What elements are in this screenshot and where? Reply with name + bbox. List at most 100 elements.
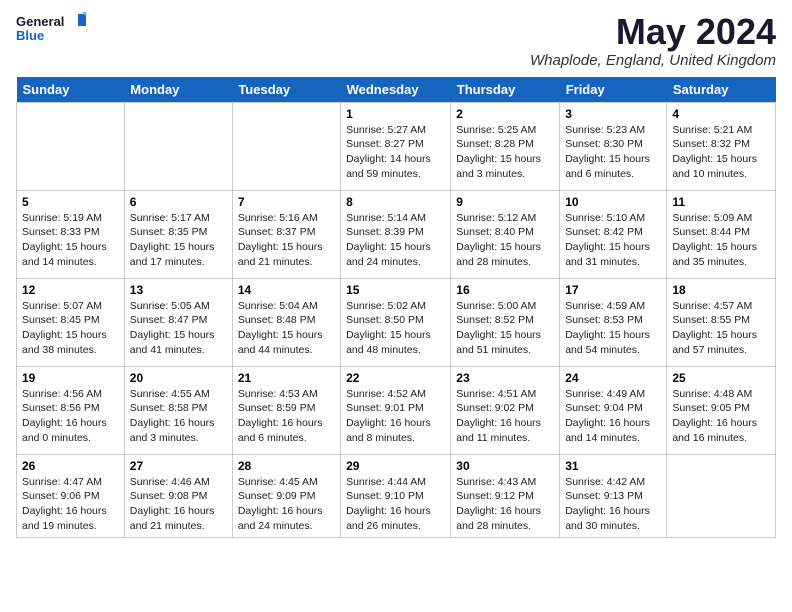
calendar-cell: 2Sunrise: 5:25 AM Sunset: 8:28 PM Daylig… [451, 102, 560, 190]
calendar-cell: 10Sunrise: 5:10 AM Sunset: 8:42 PM Dayli… [560, 190, 667, 278]
day-number: 31 [565, 459, 661, 473]
logo: General Blue [16, 12, 86, 48]
day-number: 3 [565, 107, 661, 121]
calendar-week-1: 1 Sunrise: 5:27 AM Sunset: 8:27 PM Daylig… [17, 102, 776, 190]
header: General Blue May 2024 Whaplode, England,… [16, 12, 776, 69]
calendar-cell: 8 Sunrise: 5:14 AM Sunset: 8:39 PM Daylig… [341, 190, 451, 278]
calendar: Sunday Monday Tuesday Wednesday Thursday… [16, 77, 776, 539]
calendar-cell: 7Sunrise: 5:16 AM Sunset: 8:37 PM Daylig… [232, 190, 340, 278]
col-monday: Monday [124, 77, 232, 103]
calendar-cell: 15 Sunrise: 5:02 AM Sunset: 8:50 PM Dayli… [341, 278, 451, 366]
day-number: 26 [22, 459, 119, 473]
day-info: Sunrise: 5:10 AM Sunset: 8:42 PM Dayligh… [565, 211, 661, 270]
calendar-cell [232, 102, 340, 190]
subtitle: Whaplode, England, United Kingdom [530, 52, 776, 69]
day-info: Sunrise: 4:55 AM Sunset: 8:58 PM Dayligh… [130, 387, 227, 446]
day-info: Sunrise: 4:51 AM Sunset: 9:02 PM Dayligh… [456, 387, 554, 446]
day-info: Sunrise: 5:23 AM Sunset: 8:30 PM Dayligh… [565, 123, 661, 182]
day-info: Sunrise: 4:43 AM Sunset: 9:12 PM Dayligh… [456, 475, 554, 534]
day-info: Sunrise: 5:14 AM Sunset: 8:39 PM Dayligh… [346, 211, 445, 270]
calendar-cell: 23 Sunrise: 4:51 AM Sunset: 9:02 PM Dayli… [451, 366, 560, 454]
calendar-cell: 24 Sunrise: 4:49 AM Sunset: 9:04 PM Dayli… [560, 366, 667, 454]
page: General Blue May 2024 Whaplode, England,… [0, 0, 792, 548]
day-number: 1 [346, 107, 445, 121]
day-info: Sunrise: 4:45 AM Sunset: 9:09 PM Dayligh… [238, 475, 335, 534]
day-number: 30 [456, 459, 554, 473]
day-info: Sunrise: 4:59 AM Sunset: 8:53 PM Dayligh… [565, 299, 661, 358]
calendar-cell: 4 Sunrise: 5:21 AM Sunset: 8:32 PM Daylig… [667, 102, 776, 190]
day-info: Sunrise: 5:02 AM Sunset: 8:50 PM Dayligh… [346, 299, 445, 358]
svg-text:Blue: Blue [16, 28, 44, 43]
calendar-cell: 14 Sunrise: 5:04 AM Sunset: 8:48 PM Dayli… [232, 278, 340, 366]
day-number: 24 [565, 371, 661, 385]
day-info: Sunrise: 4:47 AM Sunset: 9:06 PM Dayligh… [22, 475, 119, 534]
calendar-cell: 28Sunrise: 4:45 AM Sunset: 9:09 PM Dayli… [232, 454, 340, 538]
day-number: 29 [346, 459, 445, 473]
day-info: Sunrise: 4:53 AM Sunset: 8:59 PM Dayligh… [238, 387, 335, 446]
day-number: 5 [22, 195, 119, 209]
day-info: Sunrise: 5:00 AM Sunset: 8:52 PM Dayligh… [456, 299, 554, 358]
day-info: Sunrise: 4:56 AM Sunset: 8:56 PM Dayligh… [22, 387, 119, 446]
svg-text:General: General [16, 14, 64, 29]
day-number: 16 [456, 283, 554, 297]
calendar-cell: 19Sunrise: 4:56 AM Sunset: 8:56 PM Dayli… [17, 366, 125, 454]
day-info: Sunrise: 5:19 AM Sunset: 8:33 PM Dayligh… [22, 211, 119, 270]
day-number: 4 [672, 107, 770, 121]
day-info: Sunrise: 5:25 AM Sunset: 8:28 PM Dayligh… [456, 123, 554, 182]
day-number: 17 [565, 283, 661, 297]
day-info: Sunrise: 5:21 AM Sunset: 8:32 PM Dayligh… [672, 123, 770, 182]
calendar-cell: 17 Sunrise: 4:59 AM Sunset: 8:53 PM Dayli… [560, 278, 667, 366]
day-info: Sunrise: 4:42 AM Sunset: 9:13 PM Dayligh… [565, 475, 661, 534]
calendar-cell: 31 Sunrise: 4:42 AM Sunset: 9:13 PM Dayli… [560, 454, 667, 538]
calendar-cell: 1 Sunrise: 5:27 AM Sunset: 8:27 PM Daylig… [341, 102, 451, 190]
calendar-week-5: 26 Sunrise: 4:47 AM Sunset: 9:06 PM Dayli… [17, 454, 776, 538]
day-number: 15 [346, 283, 445, 297]
calendar-cell: 18 Sunrise: 4:57 AM Sunset: 8:55 PM Dayli… [667, 278, 776, 366]
day-number: 23 [456, 371, 554, 385]
calendar-cell: 16 Sunrise: 5:00 AM Sunset: 8:52 PM Dayli… [451, 278, 560, 366]
day-info: Sunrise: 4:44 AM Sunset: 9:10 PM Dayligh… [346, 475, 445, 534]
day-number: 25 [672, 371, 770, 385]
col-sunday: Sunday [17, 77, 125, 103]
day-number: 8 [346, 195, 445, 209]
day-info: Sunrise: 5:12 AM Sunset: 8:40 PM Dayligh… [456, 211, 554, 270]
day-number: 12 [22, 283, 119, 297]
calendar-header-row: Sunday Monday Tuesday Wednesday Thursday… [17, 77, 776, 103]
day-number: 22 [346, 371, 445, 385]
col-tuesday: Tuesday [232, 77, 340, 103]
day-info: Sunrise: 4:57 AM Sunset: 8:55 PM Dayligh… [672, 299, 770, 358]
day-info: Sunrise: 5:17 AM Sunset: 8:35 PM Dayligh… [130, 211, 227, 270]
month-title: May 2024 [530, 12, 776, 52]
calendar-cell: 20 Sunrise: 4:55 AM Sunset: 8:58 PM Dayli… [124, 366, 232, 454]
calendar-week-2: 5 Sunrise: 5:19 AM Sunset: 8:33 PM Daylig… [17, 190, 776, 278]
col-friday: Friday [560, 77, 667, 103]
day-number: 11 [672, 195, 770, 209]
day-info: Sunrise: 5:27 AM Sunset: 8:27 PM Dayligh… [346, 123, 445, 182]
day-number: 14 [238, 283, 335, 297]
day-number: 20 [130, 371, 227, 385]
calendar-week-4: 19Sunrise: 4:56 AM Sunset: 8:56 PM Dayli… [17, 366, 776, 454]
calendar-cell: 22Sunrise: 4:52 AM Sunset: 9:01 PM Dayli… [341, 366, 451, 454]
day-info: Sunrise: 4:49 AM Sunset: 9:04 PM Dayligh… [565, 387, 661, 446]
day-info: Sunrise: 5:09 AM Sunset: 8:44 PM Dayligh… [672, 211, 770, 270]
calendar-cell [667, 454, 776, 538]
calendar-cell: 29 Sunrise: 4:44 AM Sunset: 9:10 PM Dayli… [341, 454, 451, 538]
calendar-cell: 26 Sunrise: 4:47 AM Sunset: 9:06 PM Dayli… [17, 454, 125, 538]
calendar-week-3: 12Sunrise: 5:07 AM Sunset: 8:45 PM Dayli… [17, 278, 776, 366]
calendar-cell: 30 Sunrise: 4:43 AM Sunset: 9:12 PM Dayli… [451, 454, 560, 538]
day-info: Sunrise: 4:48 AM Sunset: 9:05 PM Dayligh… [672, 387, 770, 446]
day-number: 21 [238, 371, 335, 385]
calendar-cell: 9Sunrise: 5:12 AM Sunset: 8:40 PM Daylig… [451, 190, 560, 278]
calendar-cell [17, 102, 125, 190]
calendar-cell: 25 Sunrise: 4:48 AM Sunset: 9:05 PM Dayli… [667, 366, 776, 454]
logo-svg: General Blue [16, 12, 86, 48]
day-info: Sunrise: 5:05 AM Sunset: 8:47 PM Dayligh… [130, 299, 227, 358]
day-number: 13 [130, 283, 227, 297]
calendar-cell: 13 Sunrise: 5:05 AM Sunset: 8:47 PM Dayli… [124, 278, 232, 366]
calendar-cell: 3 Sunrise: 5:23 AM Sunset: 8:30 PM Daylig… [560, 102, 667, 190]
day-number: 6 [130, 195, 227, 209]
day-number: 18 [672, 283, 770, 297]
title-block: May 2024 Whaplode, England, United Kingd… [530, 12, 776, 69]
day-info: Sunrise: 5:16 AM Sunset: 8:37 PM Dayligh… [238, 211, 335, 270]
day-info: Sunrise: 5:04 AM Sunset: 8:48 PM Dayligh… [238, 299, 335, 358]
